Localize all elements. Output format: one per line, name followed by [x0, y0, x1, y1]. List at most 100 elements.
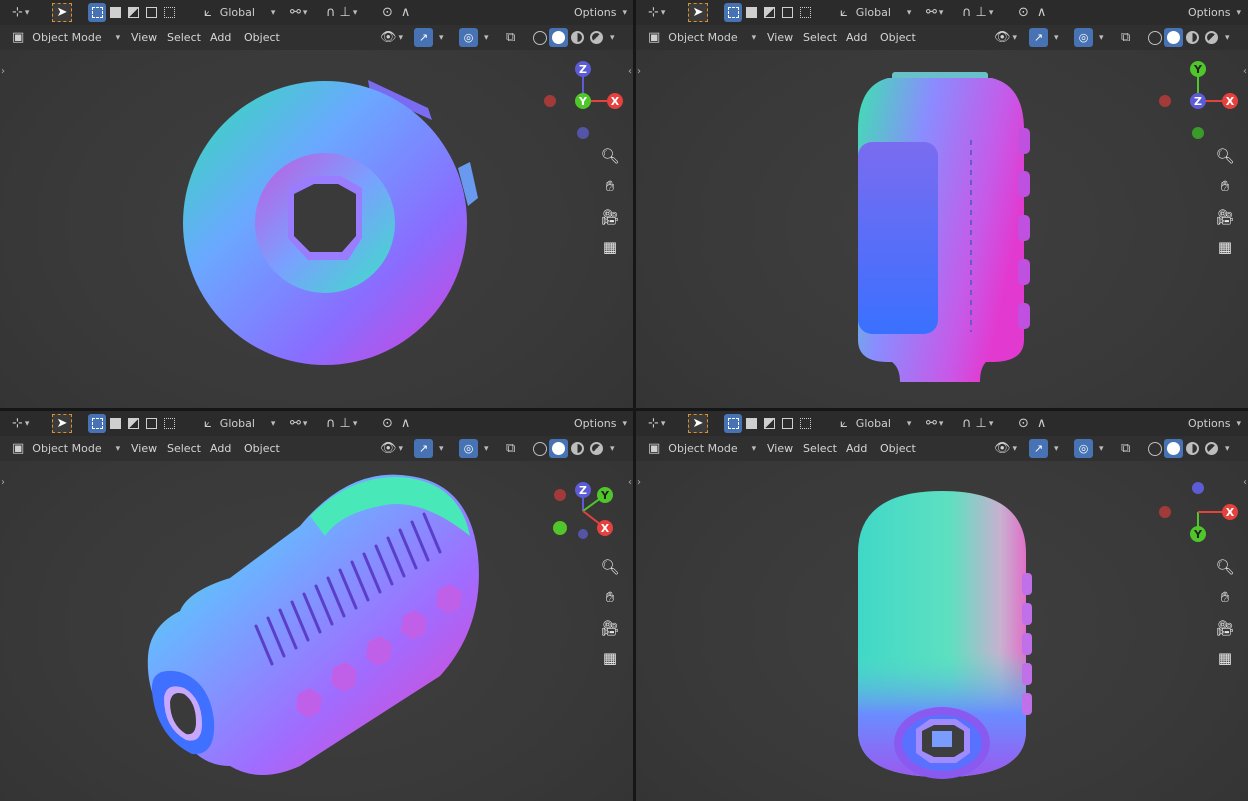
- select-new-button[interactable]: [724, 414, 742, 433]
- viewport-bottom-left[interactable]: ⊹ ▾ ➤ ⟀ Global ▾ ⚯ ▾ ∩ ⊥ ▾ ⊙ ∧ Options ▾ ▣ Object…: [0, 411, 633, 801]
- gizmo-toggle[interactable]: ↗ ▾: [1029, 28, 1059, 47]
- zoom-icon[interactable]: 🔍︎: [1214, 145, 1236, 167]
- transform-pivot-button[interactable]: ⊹ ▾: [12, 414, 29, 433]
- transform-orientation-dropdown[interactable]: ⟀ Global ▾: [840, 3, 911, 22]
- select-subtract-button[interactable]: [760, 3, 778, 22]
- select-tool-button[interactable]: ➤: [52, 3, 72, 22]
- viewport-top-right[interactable]: ⊹ ▾ ➤ ⟀ Global ▾ ⚯ ▾ ∩ ⊥ ▾ ⊙ ∧ Options ▾ ▣ Object…: [636, 0, 1248, 408]
- axis-neg-y-handle[interactable]: [1192, 127, 1204, 139]
- mode-dropdown[interactable]: ▣ Object Mode ▾: [648, 439, 756, 458]
- grid-ortho-icon[interactable]: ▦: [599, 647, 621, 669]
- axis-neg-z-handle[interactable]: [577, 127, 589, 139]
- menu-object[interactable]: Object: [880, 28, 916, 47]
- menu-view[interactable]: View: [767, 439, 793, 458]
- select-tool-button[interactable]: ➤: [688, 414, 708, 433]
- menu-select[interactable]: Select: [803, 28, 837, 47]
- select-intersect-button[interactable]: [796, 414, 814, 433]
- hand-pan-icon[interactable]: ✋︎: [1214, 586, 1236, 608]
- grid-ortho-icon[interactable]: ▦: [1214, 236, 1236, 258]
- navigation-gizmo[interactable]: Z X Y: [540, 58, 630, 143]
- xray-toggle[interactable]: ⧉: [506, 28, 515, 47]
- camera-icon[interactable]: 🎥︎: [599, 206, 621, 228]
- select-invert-button[interactable]: [778, 414, 796, 433]
- overlays-toggle[interactable]: ◎ ▾: [1074, 439, 1104, 458]
- sidebar-toggle-arrow[interactable]: ›: [637, 477, 641, 488]
- snap-target-button[interactable]: ∩ ⊥ ▾: [326, 3, 357, 22]
- select-subtract-button[interactable]: [760, 414, 778, 433]
- select-new-button[interactable]: [88, 3, 106, 22]
- select-extend-button[interactable]: [106, 3, 124, 22]
- select-tool-button[interactable]: ➤: [52, 414, 72, 433]
- menu-object[interactable]: Object: [880, 439, 916, 458]
- transform-orientation-dropdown[interactable]: ⟀ Global ▾: [840, 414, 911, 433]
- mode-dropdown[interactable]: ▣ Object Mode ▾: [12, 28, 120, 47]
- material-shading-button[interactable]: [1183, 28, 1202, 47]
- select-mode-group[interactable]: [724, 3, 814, 22]
- navigation-gizmo[interactable]: X Y: [1155, 477, 1245, 552]
- rendered-shading-button[interactable]: [1202, 28, 1221, 47]
- camera-icon[interactable]: 🎥︎: [1214, 206, 1236, 228]
- axis-neg-z-handle[interactable]: [578, 529, 588, 539]
- menu-add[interactable]: Add: [846, 28, 867, 47]
- proportional-editing-button[interactable]: ⊙ ∧: [382, 414, 410, 433]
- wireframe-shading-button[interactable]: [1145, 28, 1164, 47]
- transform-pivot-button[interactable]: ⊹ ▾: [12, 3, 29, 22]
- select-invert-button[interactable]: [778, 3, 796, 22]
- select-extend-button[interactable]: [742, 3, 760, 22]
- mesh-object[interactable]: [846, 70, 1046, 390]
- menu-view[interactable]: View: [131, 439, 157, 458]
- select-extend-button[interactable]: [106, 414, 124, 433]
- material-shading-button[interactable]: [568, 439, 587, 458]
- wireframe-shading-button[interactable]: [530, 28, 549, 47]
- sidebar-toggle-arrow[interactable]: ›: [1, 66, 5, 77]
- wireframe-shading-button[interactable]: [1145, 439, 1164, 458]
- overlays-toggle[interactable]: ◎ ▾: [459, 28, 489, 47]
- select-intersect-button[interactable]: [160, 414, 178, 433]
- menu-select[interactable]: Select: [167, 439, 201, 458]
- gizmo-toggle[interactable]: ↗ ▾: [414, 28, 444, 47]
- select-subtract-button[interactable]: [124, 414, 142, 433]
- grid-ortho-icon[interactable]: ▦: [1214, 647, 1236, 669]
- proportional-editing-button[interactable]: ⊙ ∧: [1018, 414, 1046, 433]
- select-new-button[interactable]: [724, 3, 742, 22]
- menu-view[interactable]: View: [131, 28, 157, 47]
- menu-add[interactable]: Add: [210, 439, 231, 458]
- select-extend-button[interactable]: [742, 414, 760, 433]
- snap-target-button[interactable]: ∩ ⊥ ▾: [326, 414, 357, 433]
- xray-toggle[interactable]: ⧉: [1121, 439, 1130, 458]
- select-mode-group[interactable]: [88, 414, 178, 433]
- snap-button[interactable]: ⚯ ▾: [926, 414, 943, 433]
- select-subtract-button[interactable]: [124, 3, 142, 22]
- snap-target-button[interactable]: ∩ ⊥ ▾: [962, 414, 993, 433]
- options-dropdown[interactable]: Options ▾: [574, 3, 627, 22]
- xray-toggle[interactable]: ⧉: [1121, 28, 1130, 47]
- zoom-icon[interactable]: 🔍︎: [599, 145, 621, 167]
- zoom-icon[interactable]: 🔍︎: [1214, 556, 1236, 578]
- visibility-button[interactable]: 👁 ▾: [994, 28, 1017, 47]
- options-dropdown[interactable]: Options ▾: [1188, 414, 1241, 433]
- region-toggle-arrow[interactable]: ‹: [628, 477, 632, 488]
- mode-dropdown[interactable]: ▣ Object Mode ▾: [648, 28, 756, 47]
- mesh-object[interactable]: [140, 466, 490, 786]
- material-shading-button[interactable]: [1183, 439, 1202, 458]
- shading-group[interactable]: ▾: [530, 28, 615, 47]
- menu-select[interactable]: Select: [167, 28, 201, 47]
- select-intersect-button[interactable]: [160, 3, 178, 22]
- axis-neg-x-handle[interactable]: [544, 95, 556, 107]
- solid-shading-button[interactable]: [549, 28, 568, 47]
- navigation-gizmo[interactable]: Z Y X: [545, 477, 625, 547]
- grid-ortho-icon[interactable]: ▦: [599, 236, 621, 258]
- hand-pan-icon[interactable]: ✋︎: [1214, 175, 1236, 197]
- visibility-button[interactable]: 👁 ▾: [994, 439, 1017, 458]
- menu-object[interactable]: Object: [244, 28, 280, 47]
- axis-neg-x-handle[interactable]: [1159, 506, 1171, 518]
- wireframe-shading-button[interactable]: [530, 439, 549, 458]
- snap-target-button[interactable]: ∩ ⊥ ▾: [962, 3, 993, 22]
- shading-group[interactable]: ▾: [1145, 439, 1230, 458]
- options-dropdown[interactable]: Options ▾: [574, 414, 627, 433]
- viewport-top-left[interactable]: ⊹ ▾ ➤ ⟀ Global ▾ ⚯ ▾ ∩ ⊥ ▾ ⊙ ∧ Options ▾ ▣ Object…: [0, 0, 633, 408]
- camera-icon[interactable]: 🎥︎: [1214, 617, 1236, 639]
- sidebar-toggle-arrow[interactable]: ›: [1, 477, 5, 488]
- snap-button[interactable]: ⚯ ▾: [290, 3, 307, 22]
- shading-group[interactable]: ▾: [1145, 28, 1230, 47]
